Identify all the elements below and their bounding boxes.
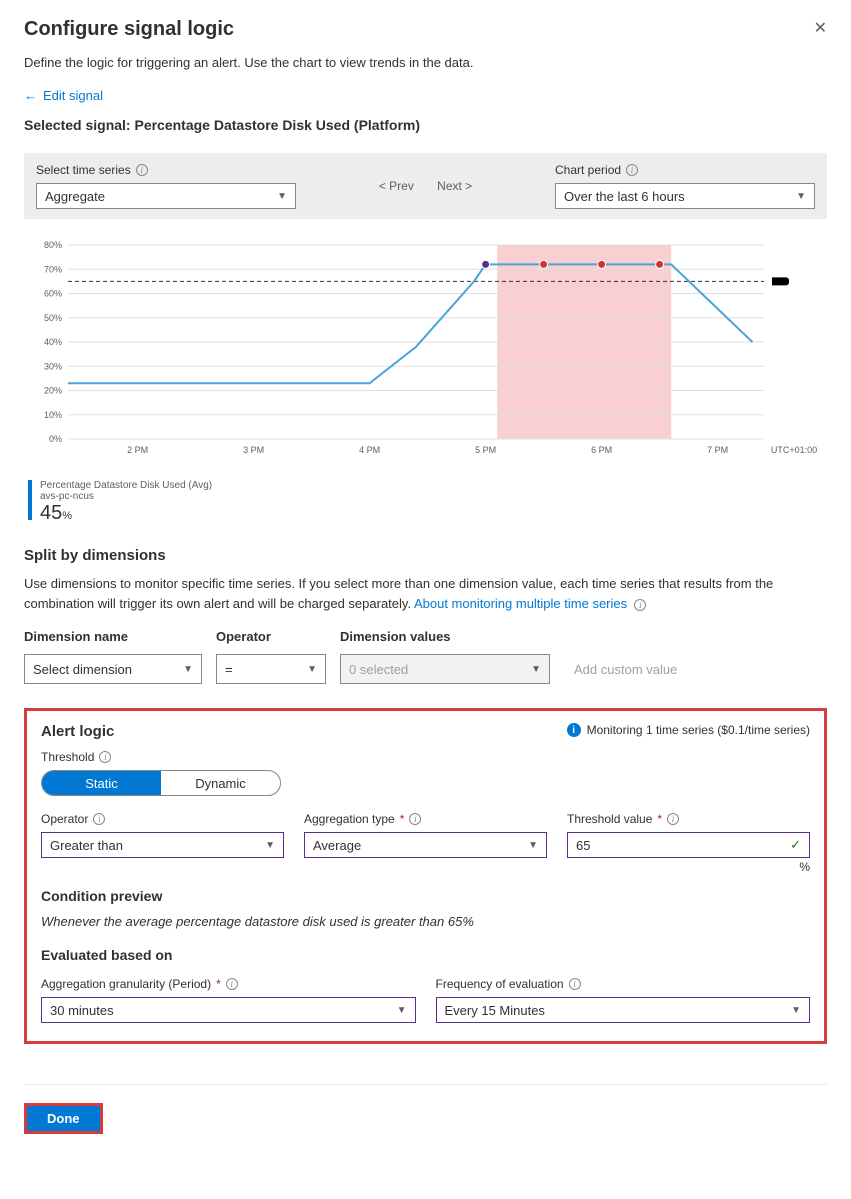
dimension-values-dropdown[interactable]: 0 selected ▼ (340, 654, 550, 684)
info-icon[interactable]: i (626, 164, 638, 176)
svg-text:0%: 0% (49, 434, 62, 444)
monitoring-info: i Monitoring 1 time series ($0.1/time se… (567, 723, 810, 737)
info-icon[interactable]: i (409, 813, 421, 825)
svg-text:60%: 60% (44, 289, 62, 299)
select-timeseries-dropdown[interactable]: Aggregate ▼ (36, 183, 296, 209)
done-button-highlight: Done (24, 1103, 103, 1134)
threshold-label: Threshold (41, 750, 94, 764)
info-icon[interactable]: i (667, 813, 679, 825)
metric-chart: 0% 10% 20% 30% 40% 50% 60% 70% 80% 2 PM 3 PM 4 PM 5 … (24, 237, 827, 470)
svg-text:10%: 10% (44, 410, 62, 420)
dimension-name-dropdown[interactable]: Select dimension ▼ (24, 654, 202, 684)
back-arrow-icon: ← (24, 88, 37, 103)
info-icon[interactable]: i (93, 813, 105, 825)
legend-value: 45 (40, 502, 62, 524)
chevron-down-icon: ▼ (531, 664, 541, 675)
info-icon: i (567, 723, 581, 737)
timeseries-config-bar: Select time series i Aggregate ▼ < Prev … (24, 153, 827, 219)
selected-signal-label: Selected signal: Percentage Datastore Di… (24, 117, 827, 133)
info-icon[interactable]: i (136, 164, 148, 176)
frequency-dropdown[interactable]: Every 15 Minutes ▼ (436, 997, 811, 1023)
select-timeseries-label: Select time series (36, 163, 131, 177)
edit-signal-link[interactable]: ← Edit signal (24, 88, 103, 103)
info-icon[interactable]: i (634, 599, 646, 611)
check-icon: ✓ (790, 837, 801, 853)
chevron-down-icon: ▼ (277, 191, 287, 202)
split-dimensions-title: Split by dimensions (24, 547, 827, 564)
threshold-value-label: Threshold value (567, 812, 652, 826)
close-icon[interactable]: ✕ (814, 18, 827, 38)
chart-legend: Percentage Datastore Disk Used (Avg) avs… (28, 480, 827, 525)
add-custom-value[interactable]: Add custom value (574, 662, 677, 677)
svg-text:2 PM: 2 PM (127, 445, 148, 455)
prev-button[interactable]: < Prev (379, 179, 414, 193)
about-monitoring-link[interactable]: About monitoring multiple time series (414, 596, 627, 611)
condition-preview-title: Condition preview (41, 888, 810, 904)
operator-label: Operator (41, 812, 88, 826)
svg-text:70%: 70% (44, 264, 62, 274)
frequency-label: Frequency of evaluation (436, 977, 564, 991)
legend-color-bar (28, 480, 32, 520)
aggregation-type-dropdown[interactable]: Average ▼ (304, 832, 547, 858)
page-description: Define the logic for triggering an alert… (24, 55, 827, 70)
info-icon[interactable]: i (99, 751, 111, 763)
svg-text:4 PM: 4 PM (359, 445, 380, 455)
svg-text:20%: 20% (44, 386, 62, 396)
svg-text:80%: 80% (44, 240, 62, 250)
chevron-down-icon: ▼ (397, 1005, 407, 1016)
svg-text:40%: 40% (44, 337, 62, 347)
threshold-unit: % (567, 860, 810, 874)
threshold-static-pill[interactable]: Static (42, 771, 161, 795)
legend-unit: % (62, 510, 72, 522)
chart-period-dropdown[interactable]: Over the last 6 hours ▼ (555, 183, 815, 209)
evaluated-based-on-title: Evaluated based on (41, 947, 810, 963)
dim-header-name: Dimension name (24, 629, 202, 644)
svg-text:50%: 50% (44, 313, 62, 323)
svg-text:5 PM: 5 PM (475, 445, 496, 455)
dimension-row: Select dimension ▼ = ▼ 0 selected ▼ Add … (24, 654, 827, 684)
threshold-type-toggle[interactable]: Static Dynamic (41, 770, 281, 796)
legend-metric-name: Percentage Datastore Disk Used (Avg) (40, 480, 212, 491)
chevron-down-icon: ▼ (528, 840, 538, 851)
done-button[interactable]: Done (27, 1106, 100, 1131)
dim-header-op: Operator (216, 629, 326, 644)
dimension-operator-dropdown[interactable]: = ▼ (216, 654, 326, 684)
aggregation-granularity-dropdown[interactable]: 30 minutes ▼ (41, 997, 416, 1023)
svg-text:UTC+01:00: UTC+01:00 (771, 445, 817, 455)
condition-preview-text: Whenever the average percentage datastor… (41, 914, 810, 929)
chart-period-label: Chart period (555, 163, 621, 177)
chevron-down-icon: ▼ (796, 191, 806, 202)
info-icon[interactable]: i (569, 978, 581, 990)
aggregation-type-label: Aggregation type (304, 812, 395, 826)
chevron-down-icon: ▼ (307, 664, 317, 675)
page-title: Configure signal logic (24, 18, 234, 41)
operator-dropdown[interactable]: Greater than ▼ (41, 832, 284, 858)
svg-text:3 PM: 3 PM (243, 445, 264, 455)
aggregation-granularity-label: Aggregation granularity (Period) (41, 977, 211, 991)
info-icon[interactable]: i (226, 978, 238, 990)
chevron-down-icon: ▼ (791, 1005, 801, 1016)
svg-text:7 PM: 7 PM (707, 445, 728, 455)
split-dimensions-desc: Use dimensions to monitor specific time … (24, 574, 827, 613)
legend-resource-name: avs-pc-ncus (40, 491, 212, 502)
svg-text:6 PM: 6 PM (591, 445, 612, 455)
threshold-value-input[interactable]: 65 ✓ (567, 832, 810, 858)
next-button[interactable]: Next > (437, 179, 472, 193)
threshold-dynamic-pill[interactable]: Dynamic (161, 771, 280, 795)
chevron-down-icon: ▼ (265, 840, 275, 851)
chevron-down-icon: ▼ (183, 664, 193, 675)
alert-logic-highlight-box: i Monitoring 1 time series ($0.1/time se… (24, 708, 827, 1044)
svg-text:30%: 30% (44, 361, 62, 371)
dim-header-vals: Dimension values (340, 629, 550, 644)
